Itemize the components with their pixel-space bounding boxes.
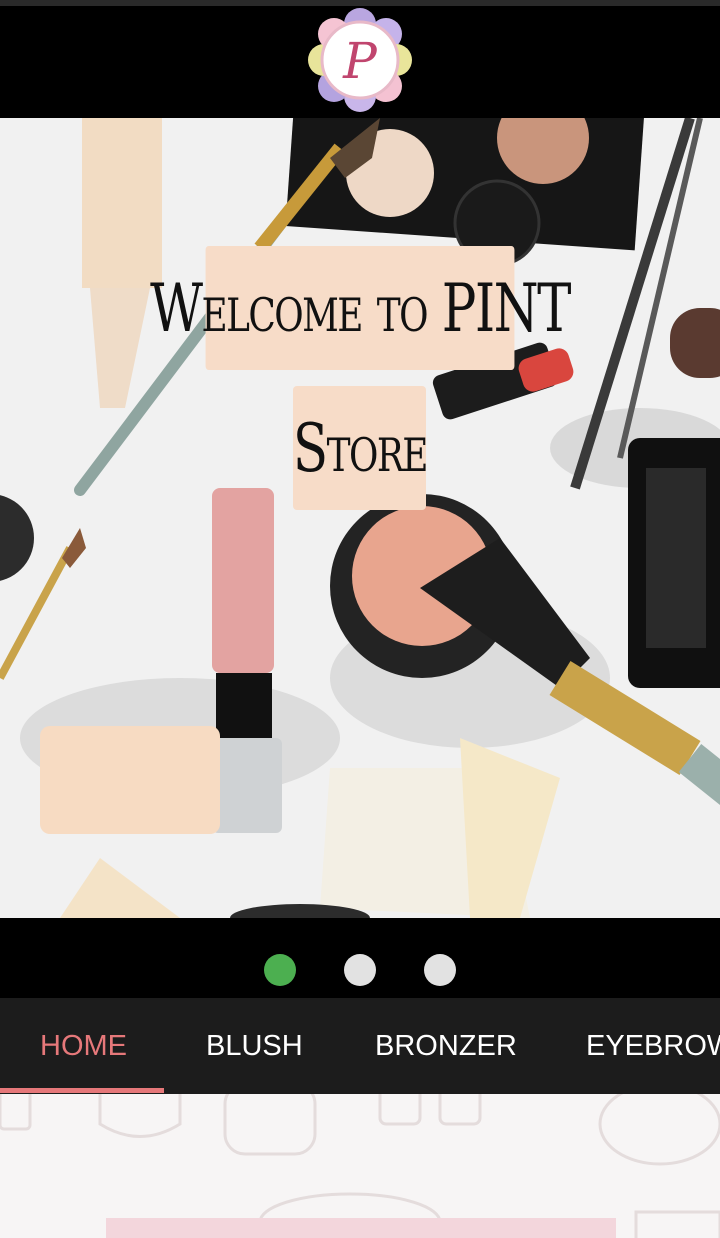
makeup-flatlay-image (0, 118, 720, 918)
pager-dot-2[interactable] (344, 954, 376, 986)
welcome-heading-box: Welcome to PINT (150, 246, 571, 370)
tab-eyebrow[interactable]: EYEBROW (586, 998, 720, 1094)
store-heading-box: Store (292, 386, 428, 510)
app-header: P (0, 6, 720, 118)
sketch-background-pattern (0, 1094, 720, 1238)
content-area (0, 1094, 720, 1238)
tab-blush[interactable]: BLUSH (206, 998, 303, 1094)
store-logo[interactable]: P (306, 6, 414, 114)
welcome-text: Welcome to PINT (150, 269, 571, 347)
carousel-pager (0, 918, 720, 998)
category-tab-bar: HOME BLUSH BRONZER EYEBROW (0, 998, 720, 1094)
active-tab-indicator (0, 1088, 164, 1093)
logo-letter: P (342, 32, 378, 90)
store-text: Store (292, 409, 428, 487)
featured-card-peek[interactable] (106, 1218, 616, 1238)
pager-dot-3[interactable] (424, 954, 456, 986)
flower-logo-icon: P (308, 8, 412, 112)
hero-banner[interactable]: Welcome to PINT Store (0, 118, 720, 918)
tab-home[interactable]: HOME (40, 998, 127, 1094)
tab-bronzer[interactable]: BRONZER (375, 998, 517, 1094)
pager-dot-1[interactable] (264, 954, 296, 986)
